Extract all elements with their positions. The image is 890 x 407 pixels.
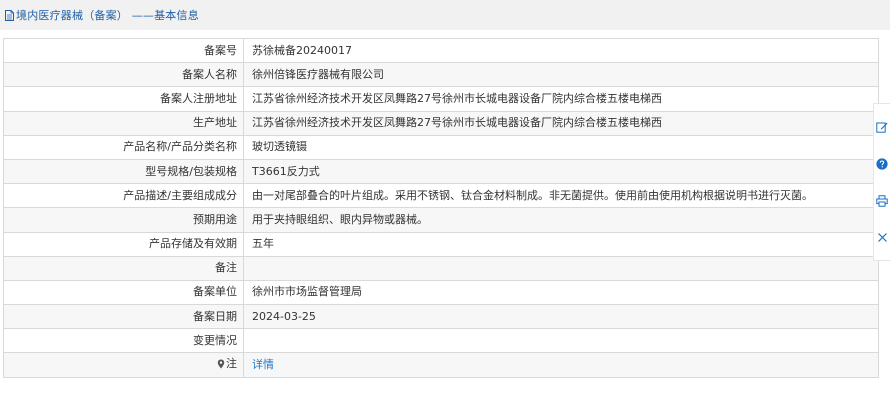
table-row: 备案单位 徐州市市场监督管理局 [3,279,879,306]
note-row: 注 详情 [3,352,879,378]
close-icon [877,233,887,242]
document-icon [5,9,14,21]
table-row: 型号规格/包装规格 T3661反力式 [3,158,879,185]
table-row: 变更情况 [3,328,879,354]
row-value: 五年 [243,231,879,257]
help-icon [876,157,888,170]
row-value: 江苏省徐州经济技术开发区凤舞路27号徐州市长城电器设备厂院内综合楼五楼电梯西 [243,86,879,112]
row-label: 备案单位 [3,279,244,306]
row-label: 备案人名称 [3,62,244,88]
table-row: 产品描述/主要组成成分 由一对尾部叠合的叶片组成。采用不锈钢、钛合金材料制成。非… [3,183,879,209]
basic-info-table: 备案号 苏徐械备20240017 备案人名称 徐州倍锋医疗器械有限公司 备案人注… [3,37,879,378]
row-value: 苏徐械备20240017 [243,37,879,64]
detail-link[interactable]: 详情 [252,358,274,371]
row-value: 由一对尾部叠合的叶片组成。采用不锈钢、钛合金材料制成。非无菌提供。使用前由使用机… [243,183,879,209]
row-label: 生产地址 [3,110,244,136]
note-label-cell: 注 [3,352,244,378]
table-row: 产品存储及有效期 五年 [3,231,879,257]
row-label: 备案日期 [3,304,244,330]
row-label: 备案人注册地址 [3,86,244,112]
row-label: 备注 [3,255,244,281]
note-label: 注 [217,357,237,371]
close-button[interactable] [875,230,890,246]
print-icon [876,194,888,207]
page-title: 境内医疗器械（备案） ——基本信息 [16,9,199,22]
table-row: 产品名称/产品分类名称 玻切透镜镊 [3,134,879,160]
note-value-cell: 详情 [243,352,879,378]
row-value: 用于夹持眼组织、眼内异物或器械。 [243,207,879,233]
row-value [243,255,879,281]
table-row: 备案人注册地址 江苏省徐州经济技术开发区凤舞路27号徐州市长城电器设备厂院内综合… [3,86,879,112]
row-label: 产品存储及有效期 [3,231,244,257]
row-value [243,328,879,354]
row-value: T3661反力式 [243,158,879,185]
table-row: 预期用途 用于夹持眼组织、眼内异物或器械。 [3,207,879,233]
side-toolbar [873,103,890,261]
row-label: 型号规格/包装规格 [3,158,244,185]
row-label: 产品描述/主要组成成分 [3,183,244,209]
row-value: 玻切透镜镊 [243,134,879,160]
row-value: 徐州倍锋医疗器械有限公司 [243,62,879,88]
map-pin-icon [217,359,225,369]
table-row: 备注 [3,255,879,281]
row-label: 变更情况 [3,328,244,354]
edit-button[interactable] [875,119,890,135]
table-row: 备案日期 2024-03-25 [3,304,879,330]
print-button[interactable] [875,193,890,209]
row-value: 徐州市市场监督管理局 [243,279,879,306]
table-row: 备案号 苏徐械备20240017 [3,37,879,64]
page-header: 境内医疗器械（备案） ——基本信息 [0,0,890,30]
edit-icon [876,122,888,133]
row-label: 产品名称/产品分类名称 [3,134,244,160]
table-row: 备案人名称 徐州倍锋医疗器械有限公司 [3,62,879,88]
row-value: 江苏省徐州经济技术开发区凤舞路27号徐州市长城电器设备厂院内综合楼五楼电梯西 [243,110,879,136]
row-label: 备案号 [3,37,244,64]
table-row: 生产地址 江苏省徐州经济技术开发区凤舞路27号徐州市长城电器设备厂院内综合楼五楼… [3,110,879,136]
note-label-text: 注 [226,357,237,371]
row-value: 2024-03-25 [243,304,879,330]
row-label: 预期用途 [3,207,244,233]
help-button[interactable] [875,156,890,172]
